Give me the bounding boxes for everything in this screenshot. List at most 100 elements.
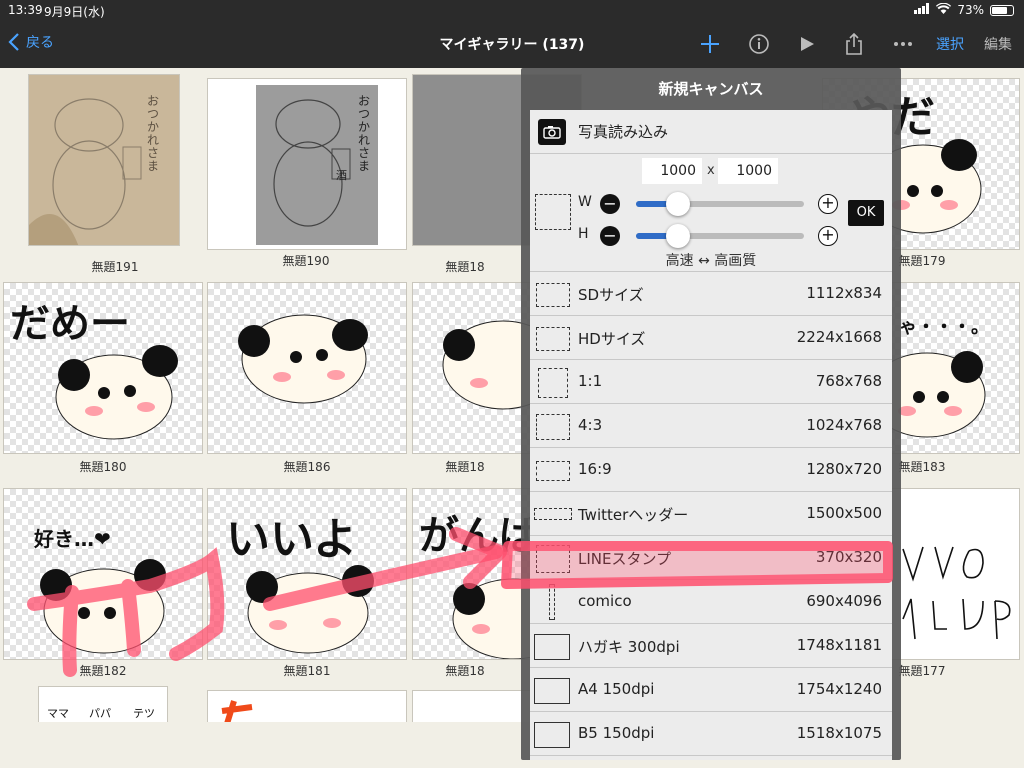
artwork-label: 酒 [336,169,347,182]
height-slider-knob[interactable] [666,224,690,248]
height-slider[interactable] [636,224,804,248]
preset-hd[interactable]: HDサイズ 2224x1668 [530,316,892,360]
battery-percent: 73% [957,3,984,17]
new-canvas-popover: 新規キャンバス 写真読み込み x W − + H − [521,68,901,760]
preset-shape [534,722,570,748]
status-time: 13:39 [8,3,43,17]
chevron-left-icon [8,33,19,51]
preset-sd[interactable]: SDサイズ 1112x834 [530,272,892,316]
width-slider-knob[interactable] [666,192,690,216]
panda-artwork [40,559,166,654]
preset-size: 1500x500 [806,504,882,522]
preset-size: 1280x720 [806,460,882,478]
preset-16-9[interactable]: 16:9 1280x720 [530,448,892,492]
preset-shape [536,414,570,440]
thumbnail-caption: 無題190 [282,254,330,268]
preset-a4[interactable]: A4 150dpi 1754x1240 [530,668,892,712]
preset-name: 16:9 [578,460,612,478]
width-slider[interactable] [636,192,804,216]
preset-postcard[interactable]: ハガキ 300dpi 1748x1181 [530,624,892,668]
play-icon [801,37,814,51]
preset-name: A4 150dpi [578,680,655,698]
quality-hint: 高速 ↔ 高画質 [665,253,757,269]
artwork-text: ママ [47,707,69,720]
preset-size: 1024x768 [806,416,882,434]
preset-line-stamp[interactable]: LINEスタンプ 370x320 [530,536,892,580]
width-decrease-button[interactable]: − [600,194,620,214]
gallery-thumbnail[interactable]: だめー [3,282,203,454]
preset-shape [536,327,570,351]
play-button[interactable] [792,30,822,58]
preset-shape [538,368,568,398]
gallery-thumbnail[interactable]: 好き…❤ [3,488,203,660]
preset-shape [534,678,570,704]
preset-size: 1518x1075 [796,724,882,742]
artwork-text: おつかれさま [358,94,371,173]
thumbnail-caption: 無題191 [91,260,139,274]
height-label: H [578,226,589,242]
preset-name: 4:3 [578,416,603,434]
preset-size: 2224x1668 [796,328,882,346]
width-increase-button[interactable]: + [818,194,838,214]
popover-title: 新規キャンバス [658,80,764,98]
width-input[interactable] [642,158,702,184]
gallery-thumbnail[interactable] [207,282,407,454]
signal-icon [914,3,930,17]
camera-icon [538,118,566,145]
artwork-text: パパ [89,707,111,720]
panda-artwork [246,565,374,654]
height-decrease-button[interactable]: − [600,226,620,246]
height-input[interactable] [718,158,778,184]
artwork-text: テツ [133,707,155,720]
preset-4-3[interactable]: 4:3 1024x768 [530,404,892,448]
preset-name: LINEスタンプ [578,550,672,568]
navigation-bar: 戻る マイギャラリー (137) 選択 編集 [0,20,1024,68]
height-increase-button[interactable]: + [818,226,838,246]
preset-shape [534,508,572,520]
gallery-thumbnail[interactable]: おつかれさま 酒 [207,78,407,250]
gallery-thumbnail[interactable]: いいよ [207,488,407,660]
preset-comico[interactable]: comico 690x4096 [530,580,892,624]
info-icon [749,34,769,54]
preset-size: 1748x1181 [796,636,882,654]
select-button[interactable]: 選択 [936,34,964,54]
preset-shape [536,283,570,307]
sketch-artwork [256,85,378,245]
share-button[interactable] [839,30,869,58]
gallery-thumbnail[interactable]: おつかれさま [28,74,180,246]
thumbnail-caption: 無題186 [283,460,331,474]
thumbnail-caption: 無題181 [283,664,331,678]
gallery-thumbnail[interactable] [207,690,407,722]
thumbnail-caption: 無題18 [445,664,485,678]
ok-button[interactable]: OK [848,200,884,226]
artwork-text: おつかれさま [147,94,160,173]
preset-size: 690x4096 [806,592,882,610]
wifi-icon [936,2,952,17]
preset-name: ハガキ 300dpi [578,638,680,656]
thumbnail-caption: 無題182 [79,664,127,678]
custom-preview-box [535,194,571,230]
preset-name: Twitterヘッダー [578,506,689,524]
thumbnail-caption: 無題180 [79,460,127,474]
import-photo-row[interactable]: 写真読み込み [530,110,892,154]
import-photo-label: 写真読み込み [578,123,669,141]
preset-name: SDサイズ [578,286,644,304]
panda-artwork [55,345,178,440]
preset-twitter-header[interactable]: Twitterヘッダー 1500x500 [530,492,892,536]
sketch-artwork [221,700,253,722]
back-label: 戻る [26,35,54,51]
more-button[interactable] [888,30,918,58]
edit-button[interactable]: 編集 [984,34,1012,54]
back-button[interactable]: 戻る [8,32,54,52]
preset-shape [534,634,570,660]
preset-square[interactable]: 1:1 768x768 [530,360,892,404]
gallery-thumbnail[interactable]: ママ パパ テツ [38,686,168,722]
canvas-size-list: 写真読み込み x W − + H − + OK 高速 ↔ 高画質 [530,110,892,760]
status-indicators: 73% [914,2,1014,17]
battery-level [992,6,1007,14]
battery-icon [990,4,1014,16]
add-canvas-button[interactable] [695,30,725,58]
ellipsis-icon [894,42,912,46]
preset-b5[interactable]: B5 150dpi 1518x1075 [530,712,892,756]
info-button[interactable] [744,30,774,58]
